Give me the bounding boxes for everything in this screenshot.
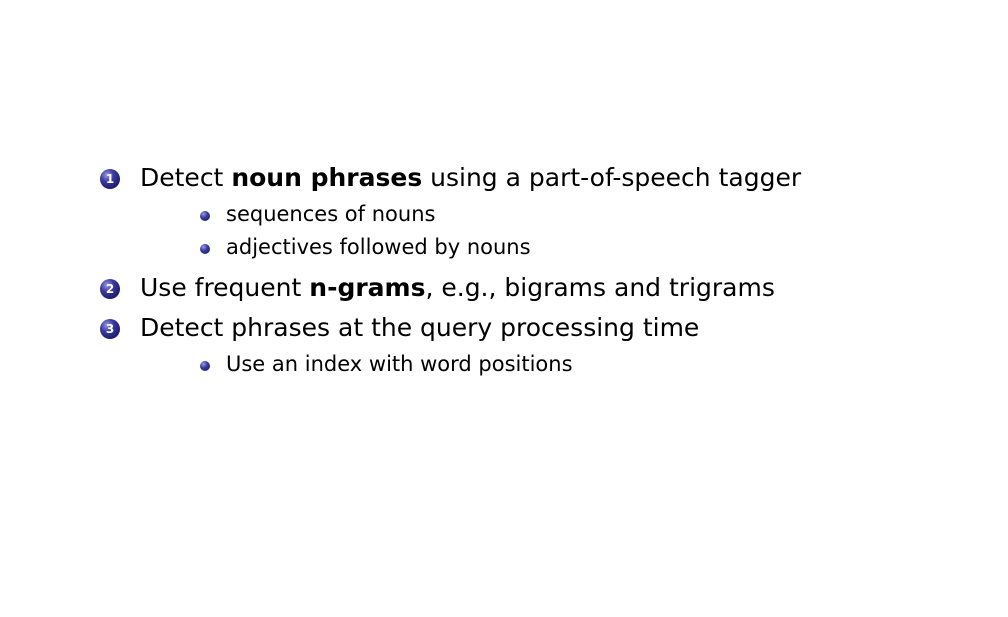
sub-list-item: sequences of nouns (200, 198, 960, 231)
slide: 1 Detect noun phrases using a part-of-sp… (0, 0, 1008, 617)
sub-list-item-text: sequences of nouns (226, 202, 436, 226)
sub-list: Use an index with word positions (140, 348, 960, 385)
list-item-2: 2 Use frequent n-grams, e.g., bigrams an… (100, 268, 960, 308)
bullet-icon (200, 361, 210, 371)
sub-list-item: adjectives followed by nouns (200, 231, 960, 264)
text-segment: Detect phrases at the query processing t… (140, 313, 700, 342)
number-ball-icon: 2 (100, 279, 120, 299)
bullet-icon (200, 244, 210, 254)
list-item-3: 3 Detect phrases at the query processing… (100, 308, 960, 385)
text-segment: Detect (140, 163, 232, 192)
text-segment: , e.g., bigrams and trigrams (425, 273, 775, 302)
list-item-text: Detect noun phrases using a part-of-spee… (140, 158, 960, 198)
bold-term: noun phrases (231, 163, 423, 192)
text-segment: Use frequent (140, 273, 310, 302)
text-segment: using a part-of-speech tagger (422, 163, 802, 192)
number-ball-icon: 3 (100, 319, 120, 339)
sub-list-item-text: adjectives followed by nouns (226, 235, 531, 259)
enumerated-list: 1 Detect noun phrases using a part-of-sp… (100, 158, 960, 385)
list-item-text: Detect phrases at the query processing t… (140, 308, 960, 348)
bold-term: n-grams (309, 273, 426, 302)
sub-list-item: Use an index with word positions (200, 348, 960, 381)
list-item-1: 1 Detect noun phrases using a part-of-sp… (100, 158, 960, 268)
list-item-text: Use frequent n-grams, e.g., bigrams and … (140, 268, 960, 308)
number-ball-icon: 1 (100, 169, 120, 189)
bullet-icon (200, 211, 210, 221)
sub-list-item-text: Use an index with word positions (226, 352, 573, 376)
sub-list: sequences of nouns adjectives followed b… (140, 198, 960, 268)
